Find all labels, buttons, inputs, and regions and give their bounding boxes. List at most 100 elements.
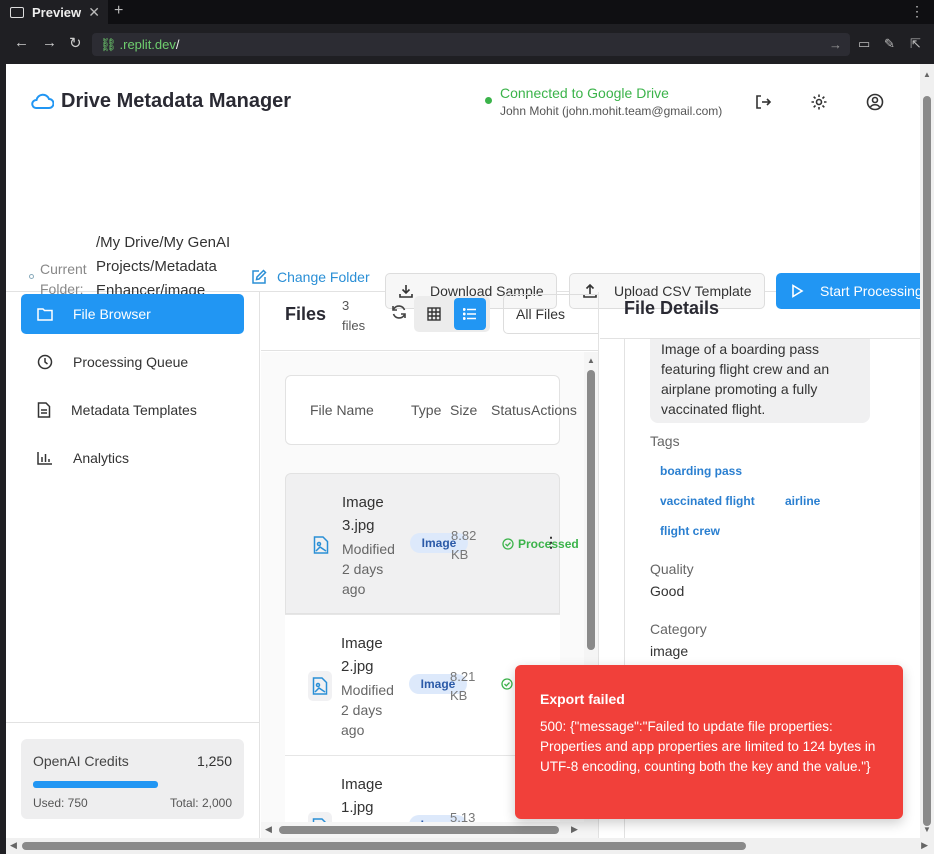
file-filter-select[interactable]: All Files: [503, 294, 598, 334]
status-badge: Processed: [502, 537, 579, 551]
bar-chart-icon: [37, 452, 52, 465]
image-file-icon: [309, 530, 333, 560]
scroll-thumb[interactable]: [279, 826, 559, 834]
toast-message: 500: {"message":"Failed to update file p…: [540, 719, 876, 774]
scroll-down-arrow-icon[interactable]: ▼: [923, 825, 931, 834]
connection-status: Connected to Google Drive: [500, 85, 669, 101]
external-link-icon[interactable]: ⇱: [910, 36, 921, 52]
scroll-up-arrow-icon[interactable]: ▲: [923, 70, 931, 79]
check-circle-icon: [502, 538, 514, 550]
credits-used: Used: 750: [33, 796, 88, 810]
user-circle-icon[interactable]: [864, 91, 886, 113]
screen-icon[interactable]: ▭: [858, 36, 870, 52]
connection-dot: [485, 97, 492, 104]
app-header: Drive Metadata Manager Connected to Goog…: [6, 64, 920, 140]
scroll-thumb[interactable]: [587, 370, 595, 650]
browser-tab-bar: Preview ✕ + ⋮: [0, 0, 934, 24]
sidebar-item-label: File Browser: [73, 306, 151, 322]
sidebar-item-analytics[interactable]: Analytics: [21, 438, 244, 478]
files-header: Files 3 files All Files: [261, 292, 598, 351]
sidebar-item-file-browser[interactable]: File Browser: [21, 294, 244, 334]
scroll-up-arrow-icon[interactable]: ▲: [587, 356, 595, 365]
link-icon: ⛓: [100, 36, 117, 52]
back-arrow-icon[interactable]: ←: [14, 34, 29, 51]
file-size: 8.21 KB: [450, 669, 476, 703]
logout-icon[interactable]: [752, 91, 774, 113]
reload-icon[interactable]: ↻: [69, 34, 82, 52]
column-header: Type: [411, 402, 442, 418]
quality-label: Quality: [650, 561, 694, 577]
image-file-icon: [308, 671, 332, 701]
scroll-right-arrow-icon[interactable]: ▶: [571, 824, 578, 835]
credits-value: 1,250: [196, 753, 232, 769]
grid-view-icon[interactable]: [418, 298, 450, 330]
row-actions-icon[interactable]: ⋮: [544, 534, 558, 551]
file-name: Image 3.jpg: [342, 494, 384, 534]
files-title: Files: [285, 304, 327, 324]
refresh-icon[interactable]: [391, 304, 407, 325]
scroll-thumb[interactable]: [22, 842, 746, 850]
tags-label: Tags: [650, 433, 680, 449]
forward-arrow-icon[interactable]: →: [42, 34, 57, 51]
go-arrow-icon[interactable]: →: [829, 37, 842, 52]
column-header: Size: [450, 402, 478, 418]
error-toast[interactable]: Export failed 500: {"message":"Failed to…: [515, 665, 903, 819]
monitor-icon: [10, 6, 24, 18]
details-title: File Details: [624, 298, 720, 318]
category-label: Category: [650, 621, 707, 637]
quality-value: Good: [650, 583, 685, 599]
file-modified: Modified 2 days ago: [341, 682, 394, 738]
folder-icon: [37, 308, 53, 321]
app-title: Drive Metadata Manager: [61, 90, 292, 112]
table-row[interactable]: Image 3.jpg Modified 2 days ago Image 8.…: [285, 473, 579, 614]
clock-icon: [37, 354, 53, 370]
url-host: .replit.dev: [119, 37, 176, 52]
file-name: Image 1.jpg: [341, 776, 383, 816]
page-vertical-scrollbar[interactable]: ▲ ▼: [920, 64, 934, 838]
column-header: File Name: [310, 402, 374, 418]
scroll-thumb[interactable]: [923, 96, 931, 826]
folder-status-dot: [29, 274, 34, 279]
wrench-icon[interactable]: ✎: [884, 36, 895, 52]
tag-chip[interactable]: vaccinated flight: [650, 491, 765, 511]
files-horizontal-scrollbar[interactable]: ◀ ▶: [261, 822, 598, 838]
folder-bar: Current Folder: /My Drive/My GenAI Proje…: [6, 140, 920, 323]
column-header: Actions: [531, 402, 577, 418]
toast-title: Export failed: [540, 691, 625, 707]
files-count: 3 files: [342, 298, 366, 333]
document-icon: [37, 402, 51, 418]
tab-title: Preview: [32, 4, 82, 20]
credits-card: OpenAI Credits 1,250 Used: 750 Total: 2,…: [21, 739, 244, 819]
column-header: Status: [491, 402, 531, 418]
file-size: 8.82 KB: [451, 528, 477, 562]
scroll-left-arrow-icon[interactable]: ◀: [265, 824, 272, 835]
sidebar-item-label: Processing Queue: [73, 354, 189, 370]
page-horizontal-scrollbar[interactable]: ◀ ▶: [6, 838, 934, 854]
category-value: image: [650, 643, 689, 659]
browser-toolbar: ← → ↻ ⛓ .replit.dev / → ▭ ✎ ⇱: [0, 24, 934, 64]
file-name: Image 2.jpg: [341, 635, 383, 675]
browser-tab[interactable]: Preview ✕: [0, 0, 108, 24]
view-toggle: [414, 296, 490, 332]
tag-chip[interactable]: boarding pass: [650, 461, 753, 481]
list-view-icon[interactable]: [454, 298, 486, 330]
close-icon[interactable]: ✕: [88, 4, 100, 21]
tag-chip[interactable]: airline: [775, 491, 831, 511]
tag-chip[interactable]: flight crew: [650, 521, 731, 541]
scroll-right-arrow-icon[interactable]: ▶: [921, 840, 928, 851]
sidebar-item-processing-queue[interactable]: Processing Queue: [21, 342, 244, 382]
new-tab-button[interactable]: +: [114, 2, 123, 20]
scroll-left-arrow-icon[interactable]: ◀: [10, 840, 17, 851]
change-folder-button[interactable]: Change Folder: [251, 269, 370, 285]
sidebar-item-metadata-templates[interactable]: Metadata Templates: [21, 390, 244, 430]
sidebar: File Browser Processing Queue Metadata T…: [6, 292, 260, 838]
sidebar-item-label: Metadata Templates: [71, 402, 197, 418]
check-circle-icon: [501, 678, 513, 690]
kebab-menu-icon[interactable]: ⋮: [910, 3, 924, 20]
file-modified: Modified 2 days ago: [342, 541, 395, 597]
gear-icon[interactable]: [808, 91, 830, 113]
sidebar-item-label: Analytics: [73, 450, 130, 466]
address-bar[interactable]: ⛓ .replit.dev / →: [92, 33, 850, 56]
table-header: File Name Type Size Status Actions: [285, 375, 577, 445]
edit-icon: [252, 269, 267, 284]
